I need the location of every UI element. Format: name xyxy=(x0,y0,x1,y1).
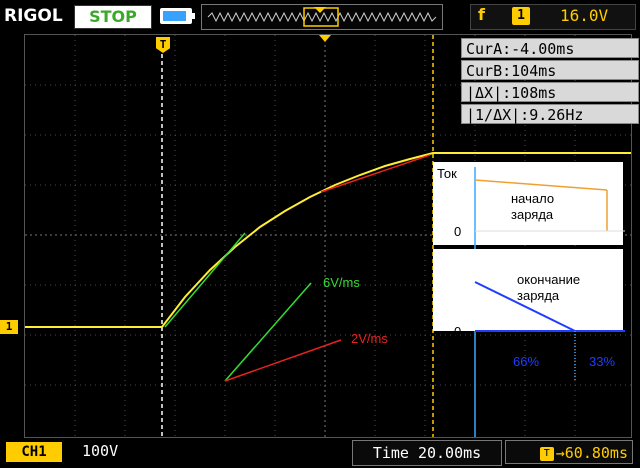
memory-position-indicator[interactable] xyxy=(201,4,443,30)
brand-logo: RIGOL xyxy=(4,6,63,26)
trigger-edge-icon: f xyxy=(478,5,485,24)
pct-66-label: 66% xyxy=(513,354,540,369)
trigger-offset-readout[interactable]: T →60.80ms xyxy=(505,440,633,464)
trigger-offset-icon: T xyxy=(539,446,554,461)
run-stop-indicator[interactable]: STOP xyxy=(74,5,152,29)
start-label-1: начало xyxy=(511,191,555,206)
waveform-display: CurA:-4.00ms CurB:104ms |ΔX|:108ms |1/ΔX… xyxy=(24,34,639,438)
end-label-2: заряда xyxy=(517,288,560,303)
green-slope-label: 6V/ms xyxy=(323,275,360,290)
ch1-badge[interactable]: CH1 xyxy=(6,442,62,462)
green-slope-line xyxy=(164,232,246,328)
trigger-position-icon[interactable] xyxy=(319,35,331,42)
zero-label-top: 0 xyxy=(454,224,462,239)
ch1-ground-marker[interactable]: 1 xyxy=(0,320,18,334)
cursor-b-readout: CurB:104ms xyxy=(461,60,639,80)
trigger-offset-value: →60.80ms xyxy=(555,444,628,462)
zero-label-bottom: 0 xyxy=(454,324,462,339)
end-label-1: окончание xyxy=(517,272,581,287)
start-label-2: заряда xyxy=(511,207,554,222)
run-state-label: STOP xyxy=(89,7,137,26)
red-slope-label: 2V/ms xyxy=(351,331,388,346)
waveform-position-icon xyxy=(207,7,437,27)
pct-33-label: 33% xyxy=(589,354,616,369)
delta-x-readout: |ΔX|:108ms xyxy=(461,82,639,102)
trigger-level-value: 16.0V xyxy=(560,6,609,25)
ch1-volts-per-div: 100V xyxy=(82,442,119,460)
battery-icon xyxy=(160,8,195,24)
trigger-summary[interactable] xyxy=(470,4,636,30)
current-label: Ток xyxy=(437,166,457,181)
cursor-a-readout: CurA:-4.00ms xyxy=(461,38,639,58)
inv-delta-x-readout: |1/ΔX|:9.26Hz xyxy=(461,104,639,124)
trigger-channel-badge: 1 xyxy=(512,7,530,25)
timebase-readout[interactable]: Time 20.00ms xyxy=(352,440,502,466)
